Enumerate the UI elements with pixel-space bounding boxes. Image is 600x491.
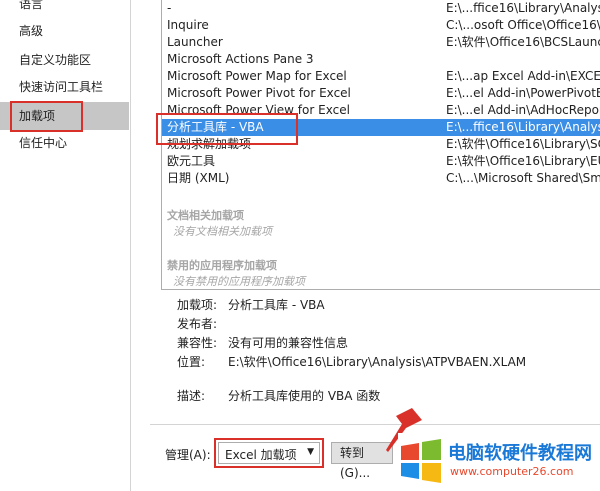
detail-publisher-label: 发布者:	[177, 317, 218, 331]
detail-addin-label: 加载项:	[177, 298, 218, 312]
list-item[interactable]: Microsoft Power Pivot for Excel E:\...el …	[162, 85, 600, 102]
watermark-logo: 电脑软硬件教程网 www.computer26.com	[398, 433, 600, 488]
detail-location-label: 位置:	[177, 355, 206, 369]
separator	[150, 424, 600, 425]
windows-logo-icon	[401, 439, 441, 483]
sidebar-item-language[interactable]: 语言	[0, 0, 129, 17]
watermark-title: 电脑软硬件教程网	[448, 443, 592, 464]
list-item[interactable]: 日期 (XML) C:\...\Microsoft Shared\Sm	[162, 170, 600, 187]
group-header-document-addins: 文档相关加载项	[167, 209, 244, 222]
detail-compat-value: 没有可用的兼容性信息	[228, 336, 349, 350]
addins-list[interactable]: - E:\...ffice16\Library\Analysis Inquire C…	[161, 0, 600, 290]
list-item[interactable]: 欧元工具 E:\软件\Office16\Library\EU	[162, 153, 600, 170]
sidebar-item-customize-ribbon[interactable]: 自定义功能区	[0, 47, 129, 73]
addins-panel: - E:\...ffice16\Library\Analysis Inquire C…	[131, 0, 600, 491]
watermark-url: www.computer26.com	[450, 465, 574, 478]
detail-addin-value: 分析工具库 - VBA	[228, 298, 325, 312]
list-item[interactable]: Microsoft Power Map for Excel E:\...ap Ex…	[162, 68, 600, 85]
list-item[interactable]: Launcher E:\软件\Office16\BCSLaunc	[162, 34, 600, 51]
detail-description-label: 描述:	[177, 389, 206, 403]
group-header-disabled-addins: 禁用的应用程序加载项	[167, 259, 277, 272]
sidebar-item-trust-center[interactable]: 信任中心	[0, 130, 129, 156]
group-empty-disabled-addins: 没有禁用的应用程序加载项	[173, 275, 305, 288]
list-item[interactable]: Inquire C:\...osoft Office\Office16\D	[162, 17, 600, 34]
sidebar-item-advanced[interactable]: 高级	[0, 18, 129, 44]
list-item[interactable]: Microsoft Actions Pane 3	[162, 51, 600, 68]
highlight-analysis-toolpak	[156, 113, 298, 145]
options-sidebar: 语言 高级 自定义功能区 快速访问工具栏 加载项 信任中心	[0, 0, 131, 491]
group-empty-document-addins: 没有文档相关加载项	[173, 225, 272, 238]
sidebar-item-quick-access-toolbar[interactable]: 快速访问工具栏	[0, 74, 129, 100]
highlight-manage-select	[214, 438, 324, 468]
detail-description-value: 分析工具库使用的 VBA 函数	[228, 389, 381, 403]
highlight-addins-tab	[10, 101, 83, 132]
detail-compat-label: 兼容性:	[177, 336, 218, 350]
detail-location-value: E:\软件\Office16\Library\Analysis\ATPVBAEN…	[228, 355, 527, 369]
manage-label: 管理(A):	[165, 448, 211, 462]
list-item[interactable]: - E:\...ffice16\Library\Analysis	[162, 0, 600, 17]
